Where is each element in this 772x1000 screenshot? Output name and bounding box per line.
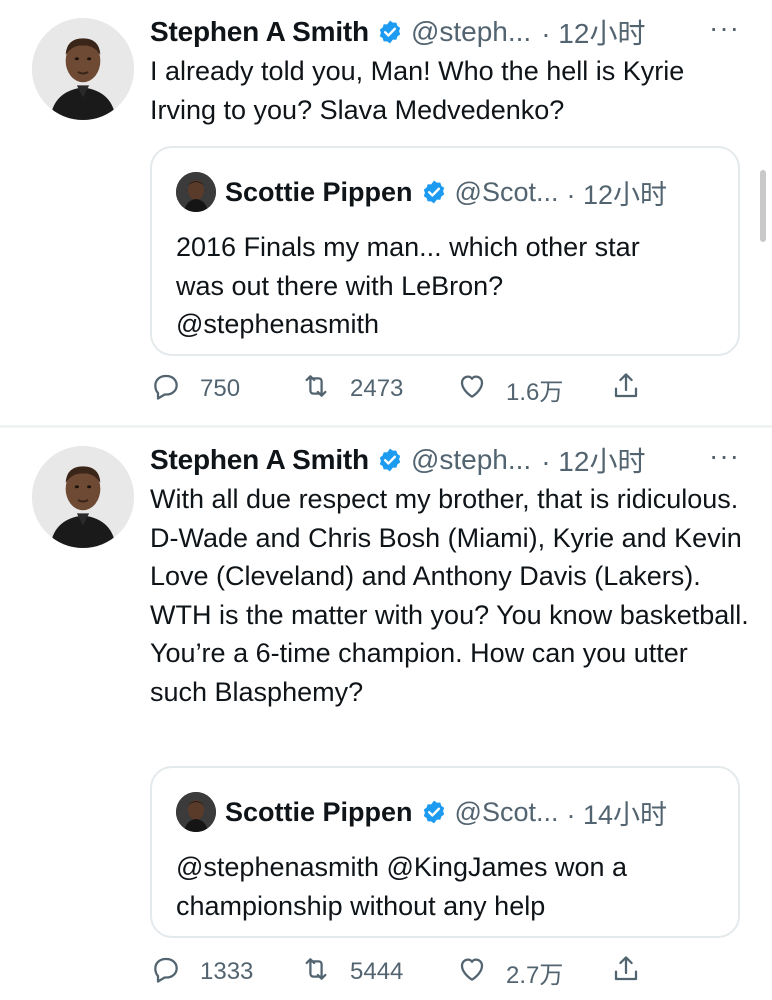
- retweet-icon: [300, 370, 332, 409]
- share-button[interactable]: [610, 952, 642, 992]
- quoted-text-line: @stephenasmith @KingJames won a: [176, 852, 628, 882]
- verified-badge-icon: [421, 799, 447, 825]
- author-handle[interactable]: @steph...: [411, 444, 531, 476]
- verified-badge-icon: [421, 179, 447, 205]
- quoted-author-name: Scottie Pippen: [225, 796, 413, 827]
- quoted-text-line: was out there with LeBron?: [176, 270, 504, 301]
- avatar[interactable]: [32, 446, 134, 548]
- timestamp[interactable]: · 12小时: [541, 440, 645, 480]
- reply-icon: [150, 370, 182, 409]
- like-button[interactable]: 1.6万: [456, 369, 563, 409]
- tweet[interactable]: Stephen A Smith @steph... · 12小时 ··· I a…: [0, 0, 772, 426]
- tweet-text: With all due respect my brother, that is…: [150, 484, 749, 707]
- author-handle[interactable]: @steph...: [411, 16, 531, 48]
- quoted-tweet-text: 2016 Finals my man... which other star w…: [176, 228, 716, 344]
- avatar: [176, 172, 216, 212]
- like-count: 2.7万: [506, 961, 564, 989]
- tweet-text: I already told you, Man! Who the hell is…: [150, 56, 685, 125]
- reply-count: 750: [200, 375, 241, 402]
- share-icon: [610, 370, 642, 409]
- quoted-text-line: championship without any help: [176, 890, 546, 921]
- quoted-tweet[interactable]: Scottie Pippen @Scot... · 14小时 @stephena…: [150, 766, 740, 938]
- tweet-header: Stephen A Smith @steph... · 12小时 ···: [150, 440, 750, 480]
- avatar: [176, 792, 216, 832]
- tweet-actions: 1333 5444 2.7万: [150, 952, 710, 992]
- quoted-author-handle: @Scot...: [454, 176, 559, 207]
- retweet-button[interactable]: 5444: [300, 952, 403, 992]
- tweet-actions: 750 2473 1.6万: [150, 369, 710, 409]
- share-icon: [610, 953, 642, 992]
- retweet-count: 5444: [350, 958, 404, 985]
- quoted-text-line: 2016 Finals my man... which other star: [176, 232, 640, 262]
- retweet-button[interactable]: 2473: [300, 369, 403, 409]
- quoted-text-line: @stephenasmith: [176, 309, 380, 339]
- quoted-author-name: Scottie Pippen: [225, 176, 413, 207]
- author-name[interactable]: Stephen A Smith: [150, 444, 369, 476]
- tweet[interactable]: Stephen A Smith @steph... · 12小时 ··· Wit…: [0, 428, 772, 1000]
- tweet-header: Stephen A Smith @steph... · 12小时 ···: [150, 12, 750, 52]
- author-name[interactable]: Stephen A Smith: [150, 16, 369, 48]
- quoted-timestamp: · 14小时: [566, 799, 668, 830]
- reply-button[interactable]: 1333: [150, 952, 253, 992]
- share-button[interactable]: [610, 369, 642, 409]
- retweet-count: 2473: [350, 375, 404, 402]
- reply-count: 1333: [200, 958, 254, 985]
- heart-icon: [456, 953, 488, 992]
- quoted-tweet[interactable]: Scottie Pippen @Scot... · 12小时 2016 Fina…: [150, 146, 740, 356]
- heart-icon: [456, 370, 488, 409]
- like-button[interactable]: 2.7万: [456, 952, 563, 992]
- quoted-tweet-header: Scottie Pippen @Scot... · 12小时: [176, 172, 667, 212]
- more-options-icon[interactable]: ···: [709, 440, 740, 472]
- avatar[interactable]: [32, 18, 134, 120]
- scrollbar[interactable]: [760, 170, 766, 242]
- verified-badge-icon: [377, 447, 403, 473]
- like-count: 1.6万: [506, 378, 564, 406]
- quoted-tweet-text: @stephenasmith @KingJames won a champion…: [176, 848, 716, 925]
- reply-button[interactable]: 750: [150, 369, 240, 409]
- verified-badge-icon: [377, 19, 403, 45]
- quoted-author-handle: @Scot...: [454, 796, 559, 827]
- quoted-tweet-header: Scottie Pippen @Scot... · 14小时: [176, 792, 667, 832]
- reply-icon: [150, 953, 182, 992]
- quoted-timestamp: · 12小时: [566, 179, 668, 210]
- more-options-icon[interactable]: ···: [709, 12, 740, 44]
- timestamp[interactable]: · 12小时: [541, 12, 645, 52]
- retweet-icon: [300, 953, 332, 992]
